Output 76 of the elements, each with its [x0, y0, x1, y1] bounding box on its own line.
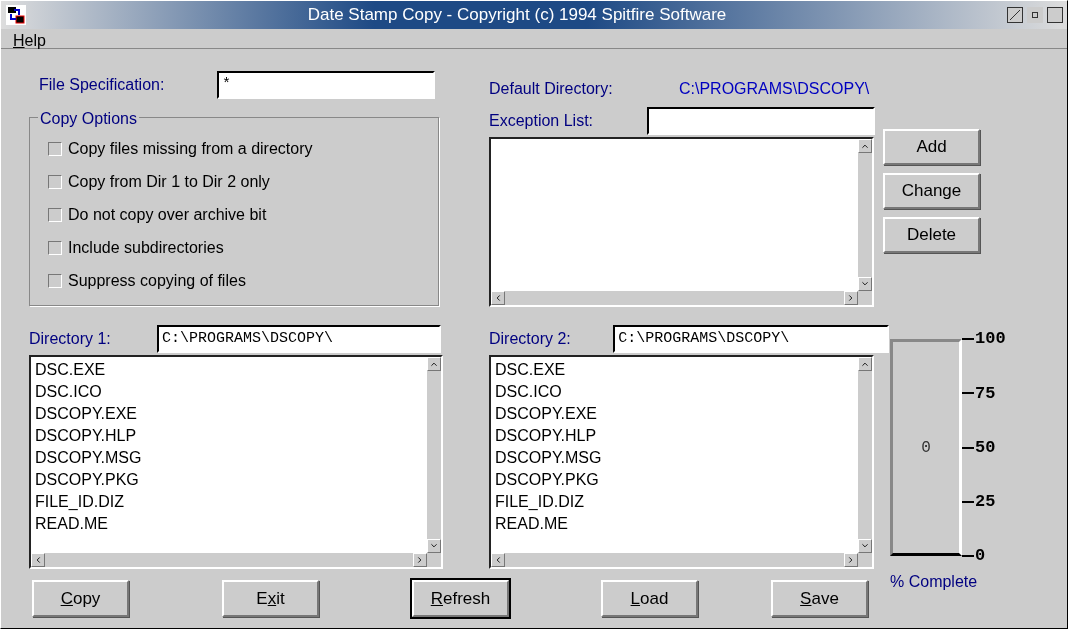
push-button[interactable]: Exit — [222, 580, 319, 617]
scroll-up-button[interactable] — [427, 357, 441, 371]
file-item[interactable]: DSCOPY.MSG — [495, 447, 854, 469]
tick-label: 25 — [975, 491, 996, 513]
file-item[interactable]: DSCOPY.PKG — [35, 469, 423, 491]
progress-reading: 0 — [921, 437, 931, 459]
tick-label: 50 — [975, 436, 996, 459]
field-label: File Specification: — [38, 75, 166, 95]
file-item[interactable]: FILE_ID.DIZ — [495, 491, 854, 513]
push-button[interactable]: Copy — [32, 580, 129, 617]
file-item[interactable]: DSCOPY.HLP — [495, 425, 854, 447]
restore-icon[interactable] — [1007, 7, 1023, 23]
file-item[interactable]: DSC.EXE — [495, 359, 854, 381]
file-item[interactable]: READ.ME — [495, 513, 854, 535]
scroll-left-button[interactable] — [31, 553, 45, 567]
app-icon[interactable] — [5, 4, 27, 26]
push-button[interactable]: Load — [601, 580, 698, 617]
tick-mark — [962, 338, 974, 340]
push-button[interactable]: Delete — [883, 217, 980, 253]
scroll-left-button[interactable] — [491, 291, 505, 305]
file-item[interactable]: READ.ME — [35, 513, 423, 535]
minimize-icon[interactable] — [1027, 7, 1043, 23]
scroll-right-button[interactable] — [844, 291, 858, 305]
scroll-down-button[interactable] — [858, 277, 872, 291]
checkbox-label[interactable]: Copy files missing from a directory — [68, 136, 313, 161]
push-button[interactable]: Save — [771, 580, 868, 617]
window-title: Date Stamp Copy - Copyright (c) 1994 Spitfire Software — [306, 4, 728, 27]
field-label: Directory 1: — [29, 329, 112, 349]
scroll-down-button[interactable] — [427, 539, 441, 553]
directory-field[interactable]: C:\PROGRAMS\DSCOPY\ — [157, 325, 441, 353]
push-button[interactable]: Refresh — [412, 580, 509, 617]
directory-field[interactable]: C:\PROGRAMS\DSCOPY\ — [613, 325, 889, 353]
file-item[interactable]: DSCOPY.PKG — [495, 469, 854, 491]
checkbox[interactable] — [48, 240, 62, 255]
checkbox[interactable] — [48, 141, 62, 156]
file-item[interactable]: DSC.EXE — [35, 359, 423, 381]
file-item[interactable]: DSC.ICO — [35, 381, 423, 403]
file-item[interactable]: FILE_ID.DIZ — [35, 491, 423, 513]
tick-label: 0 — [975, 545, 986, 568]
push-button[interactable]: Change — [883, 173, 980, 209]
list-box[interactable]: DSC.EXE DSC.ICO DSCOPY.EXE DSCOPY.HLP DSCOPY.MSG DSCOPY.PKG FILE_ID.DIZ READ.ME — [489, 355, 874, 569]
file-item[interactable]: DSCOPY.HLP — [35, 425, 423, 447]
tick-mark — [962, 446, 974, 449]
checkbox[interactable] — [48, 207, 62, 222]
menu-item[interactable]: Help — [13, 29, 46, 48]
scroll-left-button[interactable] — [491, 553, 505, 567]
file-item[interactable]: DSCOPY.MSG — [35, 447, 423, 469]
push-button[interactable]: Add — [883, 129, 980, 165]
field-label: Default Directory: — [489, 79, 614, 99]
list-box[interactable]: DSC.EXE DSC.ICO DSCOPY.EXE DSCOPY.HLP DSCOPY.MSG DSCOPY.PKG FILE_ID.DIZ READ.ME — [29, 355, 443, 569]
scroll-down-button[interactable] — [858, 539, 872, 553]
scroll-up-button[interactable] — [858, 357, 872, 371]
tick-mark — [962, 500, 974, 503]
scroll-right-button[interactable] — [844, 553, 858, 567]
checkbox[interactable] — [48, 174, 62, 189]
checkbox[interactable] — [48, 273, 62, 288]
file-item[interactable]: DSCOPY.EXE — [35, 403, 423, 425]
tick-mark — [962, 392, 974, 395]
scroll-right-button[interactable] — [413, 553, 427, 567]
checkbox-label[interactable]: Do not copy over archive bit — [68, 202, 267, 227]
file-specification-field[interactable]: * — [217, 71, 435, 99]
tick-label: 75 — [975, 382, 996, 405]
exception-field[interactable] — [647, 107, 875, 135]
gauge-caption: % Complete — [890, 572, 979, 592]
scroll-up-button[interactable] — [858, 139, 872, 153]
checkbox-label[interactable]: Copy from Dir 1 to Dir 2 only — [68, 169, 270, 194]
tick-mark — [962, 555, 974, 557]
field-label: Directory 2: — [489, 329, 572, 349]
file-item[interactable]: DSC.ICO — [495, 381, 854, 403]
field-label: Exception List: — [489, 111, 595, 131]
checkbox-label[interactable]: Suppress copying of files — [68, 268, 246, 293]
directory-path: C:\PROGRAMS\DSCOPY\ — [679, 79, 870, 99]
checkbox-label[interactable]: Include subdirectories — [68, 235, 224, 260]
tick-label: 100 — [975, 328, 1006, 351]
maximize-icon[interactable] — [1047, 7, 1063, 23]
file-item[interactable]: DSCOPY.EXE — [495, 403, 854, 425]
